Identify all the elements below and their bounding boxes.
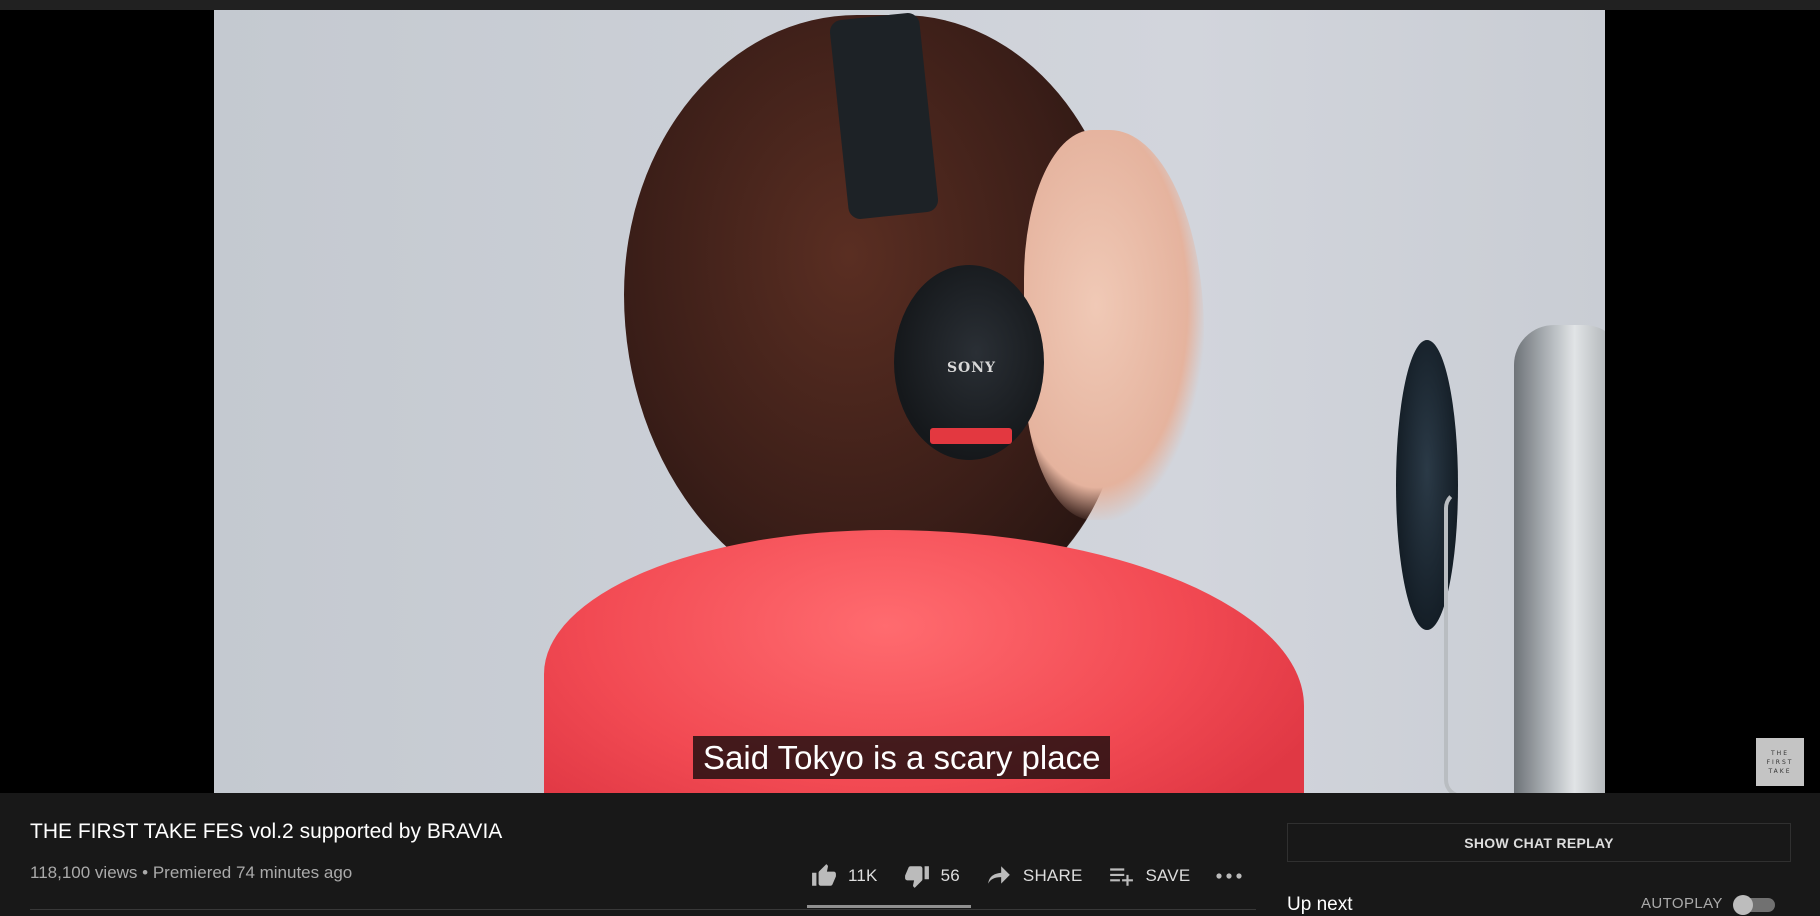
playlist-add-icon	[1110, 868, 1134, 886]
like-dislike-ratio-bar	[807, 905, 971, 908]
watermark-text: THE FIRST TAKE	[1766, 749, 1794, 775]
video-frame[interactable]: SONY	[214, 10, 1605, 793]
video-meta: 118,100 views • Premiered 74 minutes ago	[30, 863, 352, 883]
share-button[interactable]: SHARE	[985, 863, 1083, 889]
save-button[interactable]: SAVE	[1107, 863, 1190, 889]
save-label: SAVE	[1145, 866, 1191, 885]
more-actions-button[interactable]	[1215, 871, 1243, 881]
meta-separator: •	[142, 863, 149, 882]
headphone-red-stripe	[930, 428, 1012, 444]
more-horizontal-icon	[1216, 873, 1242, 879]
thumbs-down-icon	[904, 866, 929, 888]
video-title: THE FIRST TAKE FES vol.2 supported by BR…	[30, 820, 503, 843]
singer-face	[1024, 130, 1204, 520]
premiere-time: Premiered 74 minutes ago	[152, 863, 353, 882]
video-caption: Said Tokyo is a scary place	[693, 736, 1111, 779]
autoplay-label: AUTOPLAY	[1641, 895, 1723, 912]
thumbs-up-icon	[812, 864, 836, 886]
dislike-button[interactable]: 56	[903, 863, 960, 889]
like-button[interactable]: 11K	[810, 863, 878, 889]
like-count: 11K	[848, 866, 878, 885]
top-bar	[0, 0, 1820, 10]
share-arrow-icon	[988, 866, 1010, 884]
show-chat-replay-button[interactable]: SHOW CHAT REPLAY	[1287, 823, 1791, 862]
autoplay-toggle[interactable]	[1733, 895, 1775, 915]
view-count: 118,100 views	[30, 863, 138, 882]
channel-watermark[interactable]: THE FIRST TAKE	[1756, 738, 1804, 786]
share-label: SHARE	[1022, 866, 1083, 885]
headphone-brand: SONY	[946, 360, 997, 376]
video-player[interactable]: SONY Said Tokyo is a scary place THE FIR…	[0, 10, 1820, 793]
video-actions: 11K 56 SHARE SAVE	[810, 858, 1243, 894]
autoplay-toggle-knob	[1733, 895, 1753, 915]
microphone-shock-mount	[1444, 490, 1605, 793]
info-divider	[30, 909, 1256, 910]
dislike-count: 56	[940, 866, 960, 885]
